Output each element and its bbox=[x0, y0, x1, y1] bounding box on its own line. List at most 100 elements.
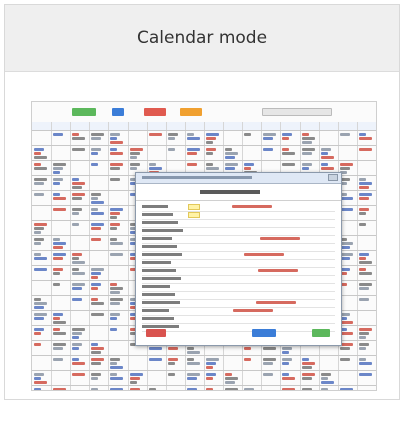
grid-entry bbox=[302, 141, 312, 144]
grid-entry bbox=[340, 358, 350, 361]
grid-entry bbox=[110, 373, 117, 376]
grid-entry bbox=[53, 317, 60, 320]
grid-entry bbox=[34, 313, 47, 316]
grid-entry bbox=[72, 268, 79, 271]
form-label bbox=[142, 293, 175, 296]
grid-entry bbox=[110, 253, 123, 256]
grid-entry bbox=[302, 163, 312, 166]
grid-entry bbox=[130, 163, 140, 166]
grid-entry bbox=[34, 388, 41, 390]
grid-entry bbox=[72, 178, 79, 181]
grid-entry bbox=[34, 377, 41, 380]
grid-entry bbox=[53, 313, 63, 316]
grid-entry bbox=[225, 167, 235, 170]
grid-entry bbox=[34, 182, 44, 185]
grid-entry bbox=[149, 358, 162, 361]
grid-entry bbox=[340, 388, 353, 390]
grid-entry bbox=[72, 182, 85, 185]
grid-entry bbox=[244, 163, 254, 166]
grid-entry bbox=[72, 373, 85, 376]
grid-entry bbox=[110, 216, 117, 219]
grid-entry bbox=[72, 272, 85, 275]
grid-entry bbox=[263, 373, 273, 376]
grid-entry bbox=[91, 212, 104, 215]
grid-entry bbox=[359, 257, 366, 260]
grid-entry bbox=[168, 373, 175, 376]
grid-entry bbox=[282, 388, 295, 390]
grid-entry bbox=[282, 163, 295, 166]
grid-entry bbox=[263, 137, 273, 140]
grid-entry bbox=[91, 283, 101, 286]
grid-entry bbox=[53, 283, 60, 286]
grid-entry bbox=[225, 377, 238, 380]
grid-entry bbox=[91, 148, 101, 151]
grid-entry bbox=[110, 313, 120, 316]
grid-entry bbox=[263, 148, 273, 151]
form-label bbox=[142, 309, 169, 312]
grid-entry bbox=[225, 373, 232, 376]
grid-entry bbox=[130, 156, 137, 159]
grid-entry bbox=[53, 246, 63, 249]
grid-entry bbox=[282, 373, 289, 376]
grid-entry bbox=[91, 377, 98, 380]
grid-entry bbox=[110, 298, 123, 301]
toolbar-button-green bbox=[72, 108, 96, 116]
grid-entry bbox=[282, 358, 292, 361]
grid-entry bbox=[110, 227, 117, 230]
grid-entry bbox=[34, 156, 47, 159]
grid-entry bbox=[53, 347, 63, 350]
grid-entry bbox=[91, 388, 98, 390]
grid-entry bbox=[72, 212, 79, 215]
grid-entry bbox=[91, 227, 101, 230]
grid-entry bbox=[225, 156, 235, 159]
grid-column-line bbox=[51, 122, 52, 390]
grid-entry bbox=[149, 388, 156, 390]
grid-entry bbox=[187, 133, 194, 136]
grid-entry bbox=[263, 133, 276, 136]
grid-entry bbox=[187, 148, 200, 151]
grid-entry bbox=[91, 193, 101, 196]
grid-entry bbox=[206, 163, 213, 166]
grid-entry bbox=[359, 261, 372, 264]
grid-entry bbox=[321, 156, 334, 159]
grid-entry bbox=[110, 377, 123, 380]
grid-entry bbox=[321, 152, 328, 155]
grid-entry bbox=[302, 148, 315, 151]
grid-entry bbox=[187, 351, 200, 354]
grid-entry bbox=[34, 257, 47, 260]
grid-entry bbox=[72, 287, 82, 290]
grid-entry bbox=[359, 347, 366, 350]
grid-entry bbox=[34, 178, 47, 181]
grid-entry bbox=[34, 317, 44, 320]
grid-entry bbox=[110, 223, 120, 226]
grid-entry bbox=[187, 347, 194, 350]
grid-entry bbox=[72, 137, 85, 140]
grid-entry bbox=[34, 343, 41, 346]
grid-entry bbox=[72, 261, 85, 264]
grid-entry bbox=[34, 152, 41, 155]
form-value bbox=[244, 253, 284, 256]
grid-entry bbox=[72, 257, 79, 260]
grid-entry bbox=[206, 377, 213, 380]
grid-entry bbox=[168, 358, 178, 361]
grid-entry bbox=[53, 197, 66, 200]
grid-entry bbox=[110, 133, 120, 136]
grid-entry bbox=[282, 133, 292, 136]
grid-entry bbox=[130, 167, 137, 170]
grid-entry bbox=[206, 167, 219, 170]
grid-entry bbox=[91, 208, 98, 211]
grid-entry bbox=[34, 268, 47, 271]
grid-entry bbox=[34, 328, 44, 331]
grid-entry bbox=[359, 178, 366, 181]
grid-entry bbox=[72, 362, 85, 365]
grid-entry bbox=[206, 362, 216, 365]
grid-entry bbox=[206, 152, 213, 155]
grid-entry bbox=[263, 347, 276, 350]
calendar-screenshot bbox=[31, 101, 377, 391]
grid-entry bbox=[187, 358, 194, 361]
grid-entry bbox=[282, 347, 292, 350]
grid-entry bbox=[53, 238, 60, 241]
grid-entry bbox=[72, 283, 85, 286]
grid-entry bbox=[72, 208, 82, 211]
grid-entry bbox=[91, 276, 98, 279]
